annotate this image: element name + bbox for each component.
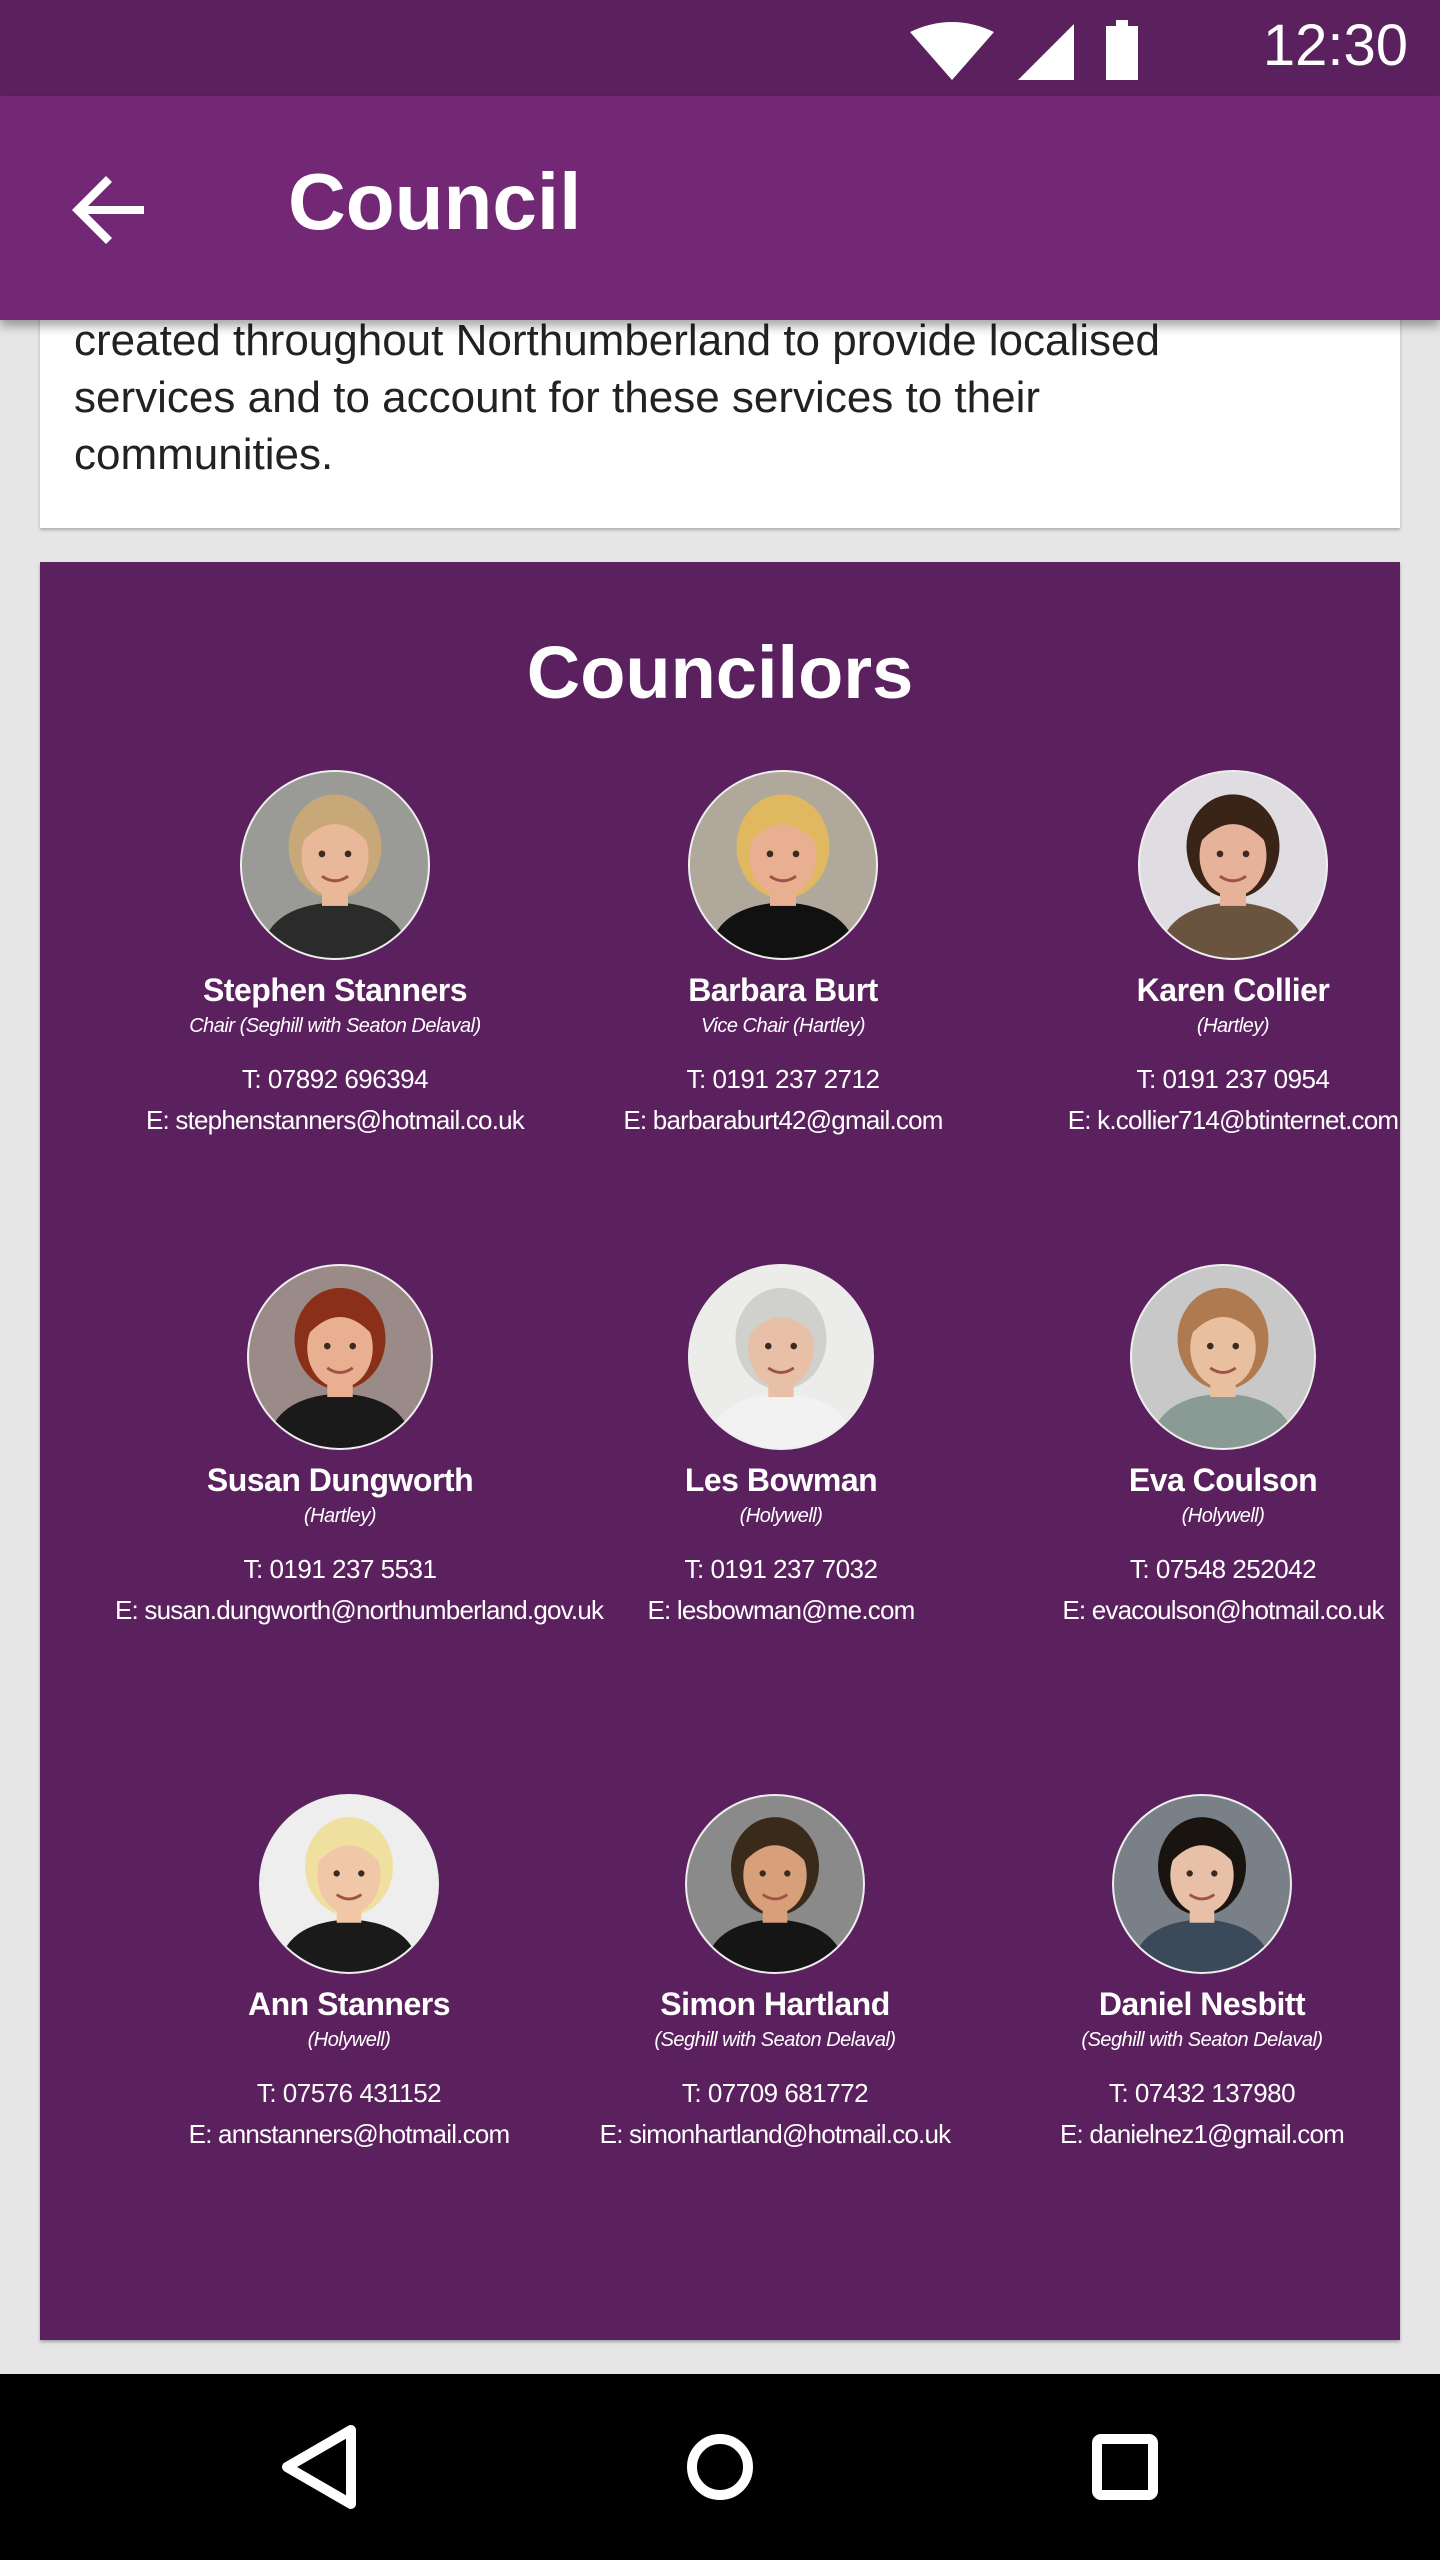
councillor-name: Karen Collier — [1136, 972, 1330, 1008]
intro-card: created throughout Northumberland to pro… — [40, 300, 1400, 528]
avatar — [259, 1794, 439, 1974]
app-bar: Council — [0, 96, 1440, 320]
councillor-email[interactable]: E: evacoulson@hotmail.co.uk — [998, 1595, 1440, 1626]
councillor-phone[interactable]: T: 0191 237 7032 — [556, 1554, 1006, 1585]
councillor-ward: (Hartley) — [303, 1505, 377, 1527]
avatar — [688, 1264, 874, 1450]
avatar — [247, 1264, 433, 1450]
councillor-ward: (Seghill with Seaton Delaval) — [1081, 2029, 1323, 2051]
councillor-email[interactable]: E: k.collier714@btinternet.com — [1008, 1105, 1440, 1136]
intro-line: created throughout Northumberland to pro… — [74, 316, 1160, 365]
nav-recents-button[interactable] — [1060, 2402, 1190, 2532]
councillor-card: Daniel Nesbitt (Seghill with Seaton Dela… — [977, 1794, 1427, 2150]
councillor-name: Daniel Nesbitt — [1098, 1986, 1306, 2022]
councillor-phone[interactable]: T: 07548 252042 — [998, 1554, 1440, 1585]
councillor-email[interactable]: E: barbaraburt42@gmail.com — [558, 1105, 1008, 1136]
councillor-name: Les Bowman — [684, 1462, 878, 1498]
councillor-card: Karen Collier (Hartley) T: 0191 237 0954… — [1008, 770, 1440, 1136]
councillor-card: Eva Coulson (Holywell) T: 07548 252042 E… — [998, 1264, 1440, 1626]
councillor-card: Simon Hartland (Seghill with Seaton Dela… — [550, 1794, 1000, 2150]
councillor-card: Susan Dungworth (Hartley) T: 0191 237 55… — [115, 1264, 604, 1626]
arrow-back-icon — [72, 176, 144, 244]
status-icons — [910, 20, 1138, 80]
councillor-phone[interactable]: T: 07432 137980 — [977, 2078, 1427, 2109]
councillor-name: Susan Dungworth — [206, 1462, 474, 1498]
councillor-phone[interactable]: T: 07709 681772 — [550, 2078, 1000, 2109]
councillor-phone[interactable]: T: 0191 237 5531 — [115, 1554, 565, 1585]
councillor-email[interactable]: E: simonhartland@hotmail.co.uk — [550, 2119, 1000, 2150]
nav-back-button[interactable] — [253, 2402, 383, 2532]
councillor-name: Simon Hartland — [660, 1986, 890, 2022]
avatar — [1138, 770, 1328, 960]
intro-line: communities. — [74, 430, 334, 479]
councillor-name: Barbara Burt — [688, 972, 878, 1008]
councillor-name: Stephen Stanners — [202, 972, 468, 1008]
page-title: Council — [288, 157, 582, 246]
avatar — [1130, 1264, 1316, 1450]
councillor-name: Eva Coulson — [1128, 1462, 1318, 1498]
avatar — [1112, 1794, 1292, 1974]
battery-icon — [1106, 20, 1138, 80]
system-nav-bar — [0, 2374, 1440, 2560]
councillor-ward: (Holywell) — [1181, 1505, 1265, 1527]
nav-home-button[interactable] — [655, 2402, 785, 2532]
recents-square-icon — [1092, 2434, 1158, 2500]
councillor-email[interactable]: E: danielnez1@gmail.com — [977, 2119, 1427, 2150]
councillor-phone[interactable]: T: 0191 237 2712 — [558, 1064, 1008, 1095]
wifi-icon — [910, 22, 994, 80]
intro-line: services and to account for these servic… — [74, 373, 1041, 422]
councillor-ward: (Seghill with Seaton Delaval) — [654, 2029, 896, 2051]
councillor-ward: (Holywell) — [739, 1505, 823, 1527]
councillor-name: Ann Stanners — [247, 1986, 451, 2022]
home-circle-icon — [687, 2434, 753, 2500]
back-button[interactable] — [48, 146, 176, 274]
back-triangle-icon — [282, 2425, 356, 2509]
councillor-ward: Vice Chair (Hartley) — [700, 1015, 866, 1037]
councillor-ward: (Holywell) — [307, 2029, 391, 2051]
councillor-ward: (Hartley) — [1196, 1015, 1270, 1037]
councillor-card: Les Bowman (Holywell) T: 0191 237 7032 E… — [556, 1264, 1006, 1626]
councillors-section: Councilors Stephen Stanners Chair (Seghi… — [40, 562, 1400, 2340]
status-time: 12:30 — [1262, 13, 1408, 78]
councillor-email[interactable]: E: stephenstanners@hotmail.co.uk — [110, 1105, 560, 1136]
councillor-card: Barbara Burt Vice Chair (Hartley) T: 019… — [558, 770, 1008, 1136]
councillor-phone[interactable]: T: 07892 696394 — [110, 1064, 560, 1095]
councillor-card: Ann Stanners (Holywell) T: 07576 431152 … — [124, 1794, 574, 2150]
councillor-card: Stephen Stanners Chair (Seghill with Sea… — [110, 770, 560, 1136]
councillor-phone[interactable]: T: 0191 237 0954 — [1008, 1064, 1440, 1095]
councillor-email[interactable]: E: annstanners@hotmail.com — [124, 2119, 574, 2150]
avatar — [688, 770, 878, 960]
status-bar: 12:30 — [0, 0, 1440, 96]
avatar — [240, 770, 430, 960]
councillor-phone[interactable]: T: 07576 431152 — [124, 2078, 574, 2109]
councillor-ward: Chair (Seghill with Seaton Delaval) — [189, 1015, 481, 1037]
avatar — [685, 1794, 865, 1974]
intro-text: created throughout Northumberland to pro… — [74, 312, 1354, 483]
councillor-email[interactable]: E: lesbowman@me.com — [556, 1595, 1006, 1626]
cell-signal-icon — [1018, 24, 1074, 80]
section-heading: Councilors — [526, 631, 914, 714]
councillor-email[interactable]: E: susan.dungworth@northumberland.gov.uk — [115, 1595, 604, 1626]
